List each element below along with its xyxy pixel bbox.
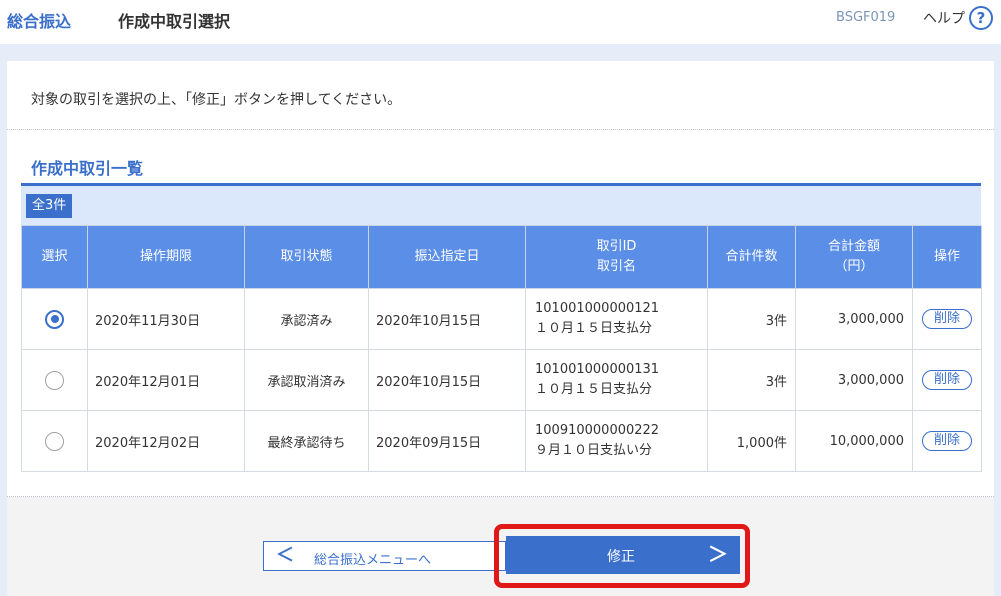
amount-cell: 10,000,000 [795, 410, 913, 472]
tx-id: 101001000000131 [535, 362, 660, 377]
table-row: 2020年12月01日 承認取消済み 2020年10月15日 101001000… [21, 349, 982, 411]
divider [7, 129, 994, 130]
col-header-deadline: 操作期限 [87, 225, 245, 289]
transfer-date-cell: 2020年09月15日 [368, 410, 526, 472]
brand-title: 総合振込 [7, 12, 72, 31]
page-title: 作成中取引選択 [118, 12, 231, 31]
deadline-cell: 2020年12月01日 [87, 349, 245, 411]
col-header-select: 選択 [21, 225, 88, 289]
amount-cell: 3,000,000 [795, 288, 913, 350]
col-header-total-amount: 合計金額 （円） [795, 225, 913, 289]
deadline-cell: 2020年12月02日 [87, 410, 245, 472]
chevron-left-icon: ＜ [276, 545, 294, 566]
help-label: ヘルプ [923, 11, 965, 27]
row-radio-button[interactable] [45, 309, 64, 329]
delete-button[interactable]: 削除 [922, 309, 972, 329]
tx-name: ９月１０日支払い分 [535, 443, 653, 458]
transactions-table: 選択 操作期限 取引状態 振込指定日 取引ID 取引名 合計件数 合計金額 （円… [21, 225, 982, 472]
tx-id-cell: 101001000000121 １０月１５日支払分 [525, 288, 708, 350]
row-radio-button[interactable] [45, 431, 64, 451]
tx-id-cell: 101001000000131 １０月１５日支払分 [525, 349, 708, 411]
count-cell: 3件 [707, 349, 796, 411]
action-cell: 削除 [912, 349, 982, 411]
count-badge: 全3件 [26, 194, 73, 218]
main-panel: 対象の取引を選択の上、「修正」ボタンを押してください。 作成中取引一覧 全3件 … [7, 61, 994, 596]
count-cell: 3件 [707, 288, 796, 350]
select-cell [21, 349, 88, 411]
tx-name: １０月１５日支払分 [535, 382, 653, 397]
action-cell: 削除 [912, 288, 982, 350]
amount-cell: 3,000,000 [795, 349, 913, 411]
col-header-total-count: 合計件数 [707, 225, 796, 289]
col-header-tx-id-label: 取引ID [596, 239, 637, 254]
tx-id: 100910000000222 [535, 423, 660, 438]
transfer-date-cell: 2020年10月15日 [368, 349, 526, 411]
col-header-tx-name-label: 取引名 [596, 259, 636, 274]
status-cell: 承認取消済み [244, 349, 369, 411]
row-radio-button[interactable] [45, 370, 64, 390]
table-row: 2020年12月02日 最終承認待ち 2020年09月15日 100910000… [21, 410, 982, 472]
transfer-date-cell: 2020年10月15日 [368, 288, 526, 350]
chevron-right-icon: ＞ [708, 542, 728, 566]
col-header-total-amount-label: 合計金額 [827, 239, 880, 254]
instruction-text: 対象の取引を選択の上、「修正」ボタンを押してください。 [31, 92, 402, 108]
back-to-menu-button[interactable]: ＜ 総合振込メニューへ [263, 541, 506, 571]
help-icon[interactable]: ? [969, 6, 993, 30]
select-cell [21, 288, 88, 350]
status-cell: 承認済み [244, 288, 369, 350]
help-link[interactable]: ヘルプ ? [923, 6, 993, 30]
action-cell: 削除 [912, 410, 982, 472]
table-header-row: 選択 操作期限 取引状態 振込指定日 取引ID 取引名 合計件数 合計金額 （円… [21, 225, 982, 289]
section-title: 作成中取引一覧 [31, 159, 144, 178]
status-cell: 最終承認待ち [244, 410, 369, 472]
delete-button[interactable]: 削除 [922, 370, 972, 390]
col-header-status: 取引状態 [244, 225, 369, 289]
select-cell [21, 410, 88, 472]
count-bar: 全3件 [21, 186, 981, 225]
table-row: 2020年11月30日 承認済み 2020年10月15日 10100100000… [21, 288, 982, 350]
back-button-label: 総合振込メニューへ [314, 553, 432, 568]
count-cell: 1,000件 [707, 410, 796, 472]
tx-name: １０月１５日支払分 [535, 321, 653, 336]
deadline-cell: 2020年11月30日 [87, 288, 245, 350]
tx-id-cell: 100910000000222 ９月１０日支払い分 [525, 410, 708, 472]
delete-button[interactable]: 削除 [922, 431, 972, 451]
col-header-total-amount-unit: （円） [834, 259, 874, 274]
modify-button-label: 修正 [607, 549, 635, 565]
modify-button[interactable]: 修正 ＞ [506, 536, 740, 574]
tx-id: 101001000000121 [535, 301, 660, 316]
col-header-action: 操作 [912, 225, 982, 289]
top-bar: 総合振込 作成中取引選択 BSGF019 ヘルプ ? [0, 0, 1001, 44]
screen-id: BSGF019 [836, 10, 896, 25]
col-header-transfer-date: 振込指定日 [368, 225, 526, 289]
col-header-tx-id: 取引ID 取引名 [525, 225, 708, 289]
